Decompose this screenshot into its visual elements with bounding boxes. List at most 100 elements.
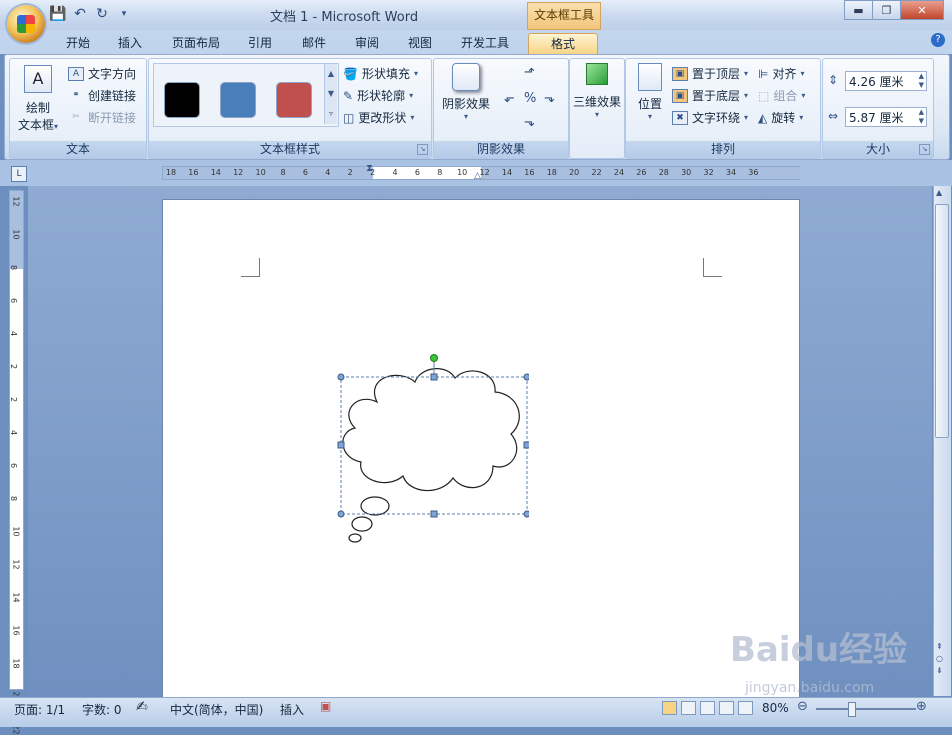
3d-effects-button[interactable]: 三维效果 ▾ — [570, 63, 624, 119]
tab-insert[interactable]: 插入 — [110, 33, 150, 54]
draft-view-icon[interactable] — [738, 701, 753, 715]
nudge-shadow-right-icon[interactable]: ⬎ — [544, 91, 555, 106]
shadow-effects-button[interactable]: 阴影效果 ▾ — [436, 63, 496, 121]
group-arrange: 位置 ▾ ▣ 置于顶层 ▾ ▣ 置于底层 ▾ ✖ 文字环绕 ▾ ⊫ 对齐 ▾ ⬚ 组合 ▾ ◭ 旋转 ▾… — [625, 58, 821, 159]
vruler-tick: 2 — [9, 396, 19, 403]
draw-textbox-button[interactable]: A 绘制 文本框▾ — [16, 65, 60, 133]
status-words[interactable]: 字数: 0 — [82, 701, 122, 718]
full-screen-reading-icon[interactable] — [681, 701, 696, 715]
dialog-launcher-icon[interactable]: ↘ — [417, 144, 428, 155]
zoom-slider[interactable] — [816, 708, 916, 710]
zoom-out-icon[interactable]: ⊖ — [797, 699, 808, 714]
right-indent-icon[interactable]: △ — [474, 171, 482, 181]
nudge-shadow-up-icon[interactable]: ⬏ — [524, 65, 535, 80]
window-title: 文档 1 - Microsoft Word — [270, 10, 419, 25]
quick-access-toolbar: 💾 ↶ ↻ ▾ — [49, 4, 132, 24]
position-label: 位置 — [637, 97, 662, 111]
shape-fill-button[interactable]: 🪣 形状填充 ▾ — [343, 65, 418, 82]
vertical-ruler[interactable]: 12108642246810121416182022 — [9, 190, 24, 735]
status-language[interactable]: 中文(简体，中国) — [170, 701, 263, 718]
save-icon[interactable]: 💾 — [49, 6, 66, 22]
height-spinner-icon[interactable]: ▲ ▼ — [919, 72, 924, 90]
text-wrapping-icon: ✖ — [672, 110, 688, 125]
shape-outline-button[interactable]: ✎ 形状轮廓 ▾ — [343, 87, 413, 104]
group-icon: ⬚ — [758, 88, 770, 103]
send-to-back-button[interactable]: ▣ 置于底层 ▾ — [672, 87, 748, 104]
style-gallery — [153, 63, 339, 127]
help-icon[interactable]: ? — [931, 33, 945, 47]
change-shape-button[interactable]: ◫ 更改形状 ▾ — [343, 109, 414, 126]
tab-home[interactable]: 开始 — [58, 33, 98, 54]
restore-button[interactable]: ❐ — [872, 0, 901, 20]
proofing-icon[interactable]: ✍ — [136, 699, 148, 715]
shadow-toggle-icon[interactable]: % — [524, 91, 536, 106]
macro-record-icon[interactable]: ▣ — [320, 699, 331, 713]
tab-view[interactable]: 视图 — [400, 33, 440, 54]
crop-mark-top-left — [241, 258, 260, 277]
break-link-button[interactable]: ✂ 断开链接 — [68, 109, 136, 126]
nudge-shadow-left-icon[interactable]: ⬐ — [504, 91, 515, 106]
style-swatch-red[interactable] — [276, 82, 312, 118]
office-button[interactable] — [7, 5, 45, 43]
height-field[interactable]: 4.26 厘米 ▲ ▼ — [845, 71, 927, 91]
size-dialog-launcher-icon[interactable]: ↘ — [919, 144, 930, 155]
zoom-slider-thumb[interactable] — [848, 702, 856, 717]
tab-format[interactable]: 格式 — [528, 33, 598, 55]
outline-view-icon[interactable] — [719, 701, 734, 715]
minimize-button[interactable]: ▬ — [844, 0, 873, 20]
redo-icon[interactable]: ↻ — [94, 6, 110, 22]
gallery-scroll[interactable]: ▲ ▼ ▿ — [324, 64, 337, 124]
document-page[interactable] — [162, 199, 800, 699]
zoom-in-icon[interactable]: ⊕ — [916, 699, 927, 714]
style-swatch-blue[interactable] — [220, 82, 256, 118]
ruler-tick: 24 — [613, 168, 625, 177]
scrollbar-thumb[interactable] — [935, 204, 949, 438]
indent-marker-icon[interactable]: ⧗ — [366, 163, 376, 183]
ruler-tick: 14 — [210, 168, 221, 177]
customize-qat-icon[interactable]: ▾ — [116, 6, 132, 22]
undo-icon[interactable]: ↶ — [72, 6, 88, 22]
group-button[interactable]: ⬚ 组合 ▾ — [758, 87, 805, 104]
tab-review[interactable]: 审阅 — [347, 33, 387, 54]
tab-developer[interactable]: 开发工具 — [453, 33, 517, 54]
ruler-tick: 4 — [392, 168, 398, 177]
bring-to-front-button[interactable]: ▣ 置于顶层 ▾ — [672, 65, 748, 82]
position-button[interactable]: 位置 ▾ — [630, 63, 670, 121]
web-layout-icon[interactable] — [700, 701, 715, 715]
browse-object-controls[interactable]: ⇞ ○ ⇟ — [936, 641, 943, 677]
vruler-tick: 4 — [9, 429, 19, 436]
rotation-handle-icon[interactable] — [430, 354, 438, 362]
tab-mailings[interactable]: 邮件 — [294, 33, 334, 54]
ruler-tick: 18 — [165, 168, 177, 177]
group-text: A 绘制 文本框▾ A 文字方向 ⚭ 创建链接 ✂ 断开链接 文本 — [9, 58, 147, 159]
ruler-tick: 8 — [437, 168, 443, 177]
align-button[interactable]: ⊫ 对齐 ▾ — [758, 65, 804, 82]
scroll-up-icon[interactable]: ▲ — [936, 188, 942, 197]
close-button[interactable]: ✕ — [900, 0, 944, 20]
tab-references[interactable]: 引用 — [240, 33, 280, 54]
style-swatch-black[interactable] — [164, 82, 200, 118]
thought-bubble-shape[interactable] — [337, 352, 529, 548]
width-spinner-icon[interactable]: ▲ ▼ — [919, 108, 924, 126]
status-page[interactable]: 页面: 1/1 — [14, 701, 65, 718]
text-wrapping-button[interactable]: ✖ 文字环绕 ▾ — [672, 109, 748, 126]
width-field[interactable]: 5.87 厘米 ▲ ▼ — [845, 107, 927, 127]
vruler-tick: 16 — [11, 625, 21, 636]
nudge-shadow-down-icon[interactable]: ⬎ — [524, 115, 535, 130]
tab-page-layout[interactable]: 页面布局 — [164, 33, 228, 54]
status-mode[interactable]: 插入 — [280, 701, 304, 718]
text-direction-icon: A — [68, 66, 84, 81]
vruler-tick: 10 — [11, 229, 21, 240]
rotate-button[interactable]: ◭ 旋转 ▾ — [758, 109, 803, 126]
ribbon: A 绘制 文本框▾ A 文字方向 ⚭ 创建链接 ✂ 断开链接 文本 ▲ ▼ ▿ 🪣 形状填充… — [4, 54, 950, 160]
text-direction-button[interactable]: A 文字方向 — [68, 65, 136, 82]
draw-textbox-label-2: 文本框▾ — [17, 118, 59, 132]
ruler-tick: 28 — [658, 168, 669, 177]
ruler-tick: 32 — [703, 168, 714, 177]
print-layout-view-icon[interactable] — [662, 701, 677, 715]
ruler-tick: 8 — [280, 168, 286, 177]
tab-selector-icon[interactable]: L — [11, 166, 27, 182]
ruler-tick: 16 — [524, 168, 535, 177]
zoom-level[interactable]: 80% — [762, 701, 789, 715]
create-link-button[interactable]: ⚭ 创建链接 — [68, 87, 136, 104]
